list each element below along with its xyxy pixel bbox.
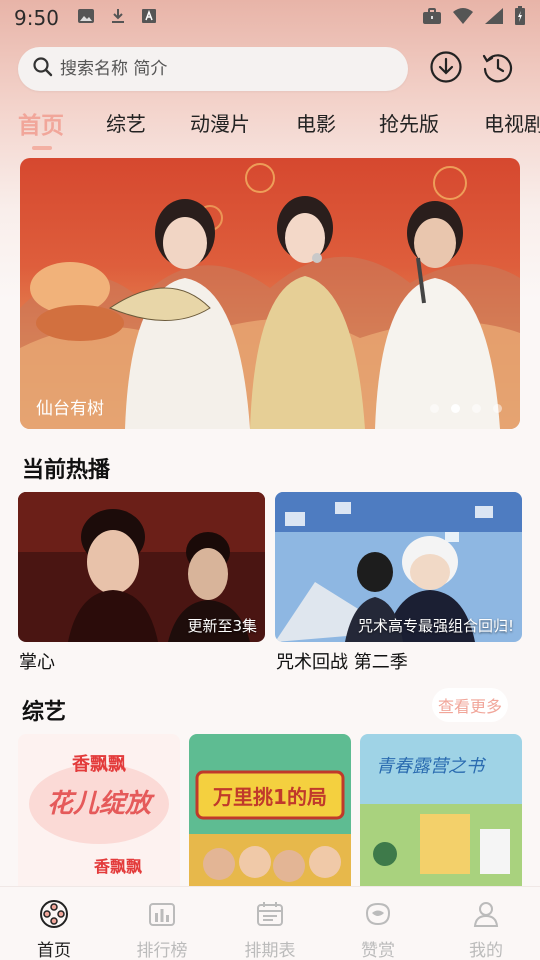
tab-tv-series[interactable]: 电视剧 (484, 108, 540, 137)
banner-dot-active[interactable] (451, 404, 460, 413)
a-box-icon (141, 8, 157, 28)
tab-preview[interactable]: 抢先版 (379, 108, 439, 137)
tab-home[interactable]: 首页 (18, 106, 64, 140)
briefcase-icon (422, 7, 442, 29)
search-input[interactable] (60, 59, 380, 79)
hot-card-zhangxin[interactable]: 更新至3集 (18, 492, 265, 642)
banner-pagination (430, 404, 502, 413)
banner-dot[interactable] (493, 404, 502, 413)
nav-profile-label: 我的 (469, 941, 503, 960)
hot-card-title[interactable]: 掌心 (19, 648, 55, 674)
nav-ranking[interactable]: 排行榜 (108, 887, 216, 960)
view-more-button[interactable]: 查看更多 (432, 688, 508, 722)
image-icon (77, 7, 95, 29)
nav-home-label: 首页 (37, 941, 71, 960)
signal-icon (484, 7, 504, 29)
variety-card[interactable]: 香飘飘 花儿绽放 香飘飘 (18, 734, 180, 886)
history-icon (481, 50, 515, 88)
tab-anime[interactable]: 动漫片 (190, 108, 250, 137)
bar-chart-icon (147, 899, 177, 934)
film-reel-icon (39, 899, 69, 934)
nav-reward-label: 赞赏 (361, 941, 395, 960)
search-row (18, 46, 522, 92)
svg-text:香飘飘: 香飘飘 (71, 754, 126, 775)
variety-card[interactable]: 万里挑1的局 (189, 734, 351, 886)
hot-card-badge: 更新至3集 (187, 617, 257, 635)
user-icon (471, 899, 501, 934)
wifi-icon (452, 7, 474, 29)
tab-indicator (32, 146, 52, 150)
nav-ranking-label: 排行榜 (136, 941, 188, 960)
hot-card-badge: 咒术高专最强组合回归! (357, 617, 514, 635)
status-time: 9:50 (14, 6, 59, 30)
history-button[interactable] (480, 51, 516, 87)
banner-caption: 仙台有树 (36, 399, 104, 419)
hot-card-title[interactable]: 咒术回战 第二季 (276, 648, 408, 674)
section-title-variety: 综艺 (22, 700, 67, 725)
poster-variety-2: 万里挑1的局 (189, 734, 351, 886)
nav-home[interactable]: 首页 (0, 887, 108, 960)
hot-card-jujutsu[interactable]: 咒术高专最强组合回归! (275, 492, 522, 642)
banner-dot[interactable] (430, 404, 439, 413)
tab-variety[interactable]: 综艺 (106, 108, 146, 137)
variety-poster-text: 青春露营之书 (376, 756, 487, 777)
variety-card[interactable]: 青春露营之书 (360, 734, 522, 886)
nav-reward[interactable]: 赞赏 (324, 887, 432, 960)
gift-icon (363, 899, 393, 934)
nav-schedule[interactable]: 排期表 (216, 887, 324, 960)
variety-poster-text: 花儿绽放 (47, 789, 155, 819)
battery-icon (514, 6, 526, 30)
banner-artwork (20, 163, 520, 429)
download-manager-button[interactable] (428, 51, 464, 87)
svg-text:香飘飘: 香飘飘 (93, 857, 142, 876)
tab-movie[interactable]: 电影 (296, 108, 336, 137)
nav-schedule-label: 排期表 (244, 941, 296, 960)
status-bar: 9:50 (0, 0, 540, 36)
section-title-hot: 当前热播 (22, 458, 111, 483)
featured-banner[interactable]: 仙台有树 (20, 158, 520, 429)
variety-poster-text: 万里挑1的局 (212, 785, 327, 809)
search-icon (32, 56, 54, 82)
banner-dot[interactable] (472, 404, 481, 413)
category-tabs: 首页 综艺 动漫片 电影 抢先版 电视剧 (0, 104, 540, 152)
bottom-navigation: 首页 排行榜 排期表 赞赏 我的 (0, 886, 540, 960)
nav-profile[interactable]: 我的 (432, 887, 540, 960)
poster-variety-3: 青春露营之书 (360, 734, 522, 886)
download-circle-icon (429, 50, 463, 88)
poster-variety-1: 香飘飘 花儿绽放 香飘飘 (18, 734, 180, 886)
search-bar[interactable] (18, 47, 408, 91)
download-icon (109, 7, 127, 29)
calendar-icon (255, 899, 285, 934)
